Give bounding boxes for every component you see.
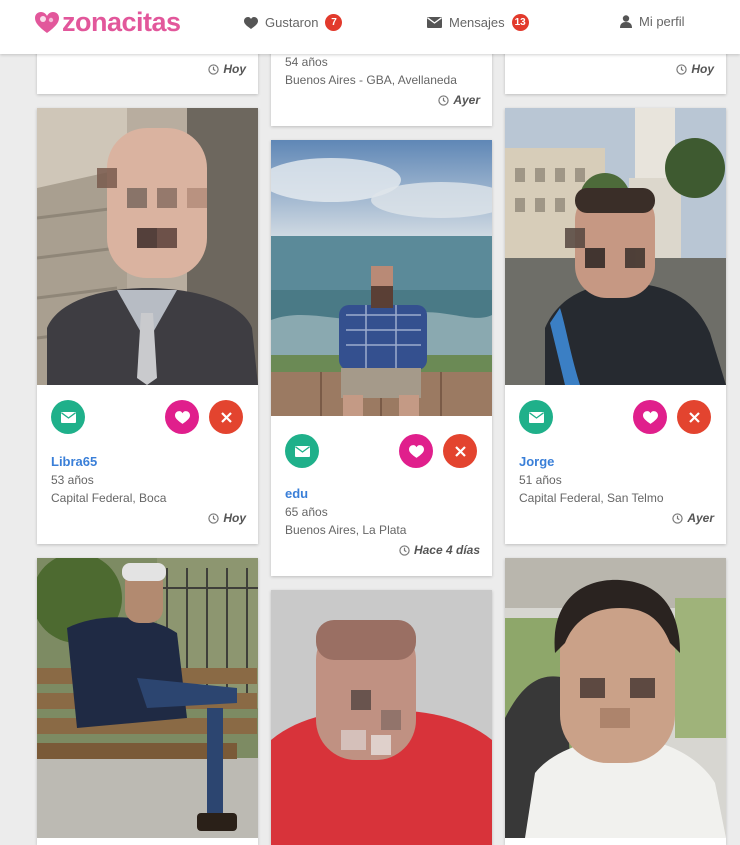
clock-icon bbox=[208, 63, 220, 75]
profile-photo[interactable] bbox=[505, 108, 726, 385]
logo-heart-icon bbox=[35, 11, 59, 33]
heart-icon bbox=[244, 16, 258, 29]
close-icon bbox=[220, 411, 232, 423]
profile-card-bottom-right bbox=[505, 558, 726, 845]
profile-age: 53 años bbox=[51, 473, 94, 487]
heart-icon bbox=[174, 410, 190, 424]
card-actions bbox=[271, 434, 492, 474]
logo-text-part2: citas bbox=[121, 7, 182, 37]
close-icon bbox=[454, 445, 466, 457]
profile-name-link[interactable]: edu bbox=[285, 485, 478, 503]
last-active: Hoy bbox=[208, 511, 246, 525]
nav-liked-label: Gustaron bbox=[265, 15, 319, 30]
envelope-icon bbox=[528, 411, 544, 423]
last-active-text: Hoy bbox=[691, 62, 714, 76]
last-active-text: Ayer bbox=[453, 93, 480, 107]
profile-card-bottom-middle bbox=[271, 590, 492, 845]
clock-icon bbox=[399, 544, 410, 556]
site-logo[interactable]: zonacitas bbox=[34, 9, 181, 36]
profile-card-edu: edu 65 años Buenos Aires, La Plata Hace … bbox=[271, 140, 492, 576]
profile-age: 65 años bbox=[285, 505, 328, 519]
send-message-button[interactable] bbox=[285, 434, 319, 468]
close-icon bbox=[688, 411, 700, 423]
like-button[interactable] bbox=[399, 434, 433, 468]
profile-card-jorge: Jorge 51 años Capital Federal, San Telmo… bbox=[505, 108, 726, 544]
nav-profile[interactable]: Mi perfil bbox=[620, 14, 685, 29]
nav-messages[interactable]: Mensajes 13 bbox=[427, 14, 529, 31]
profile-photo[interactable] bbox=[37, 108, 258, 385]
profile-location: Capital Federal, San Telmo bbox=[519, 491, 664, 505]
profile-location: Buenos Aires - GBA, Avellaneda bbox=[285, 73, 457, 87]
dismiss-button[interactable] bbox=[209, 400, 243, 434]
last-active-text: Hace 4 días bbox=[413, 543, 480, 557]
liked-count-badge: 7 bbox=[325, 14, 343, 31]
profile-location: Capital Federal, Boca bbox=[51, 491, 167, 505]
top-navigation-bar: zonacitas Gustaron 7 Mensajes 13 Mi perf… bbox=[0, 0, 740, 54]
send-message-button[interactable] bbox=[519, 400, 553, 434]
card-actions bbox=[505, 400, 726, 440]
dismiss-button[interactable] bbox=[443, 434, 477, 468]
send-message-button[interactable] bbox=[51, 400, 85, 434]
logo-text-part1: zona bbox=[62, 7, 122, 37]
last-active: Hoy bbox=[208, 62, 246, 76]
clock-icon bbox=[676, 63, 688, 75]
envelope-icon bbox=[294, 445, 310, 457]
clock-icon bbox=[438, 94, 449, 106]
profile-age: 51 años bbox=[519, 473, 562, 487]
last-active: Hoy bbox=[676, 62, 714, 76]
last-active-text: Hoy bbox=[223, 511, 246, 525]
profile-card-bottom-left bbox=[37, 558, 258, 845]
like-button[interactable] bbox=[165, 400, 199, 434]
last-active: Ayer bbox=[438, 93, 480, 107]
profile-card-libra65: Libra65 53 años Capital Federal, Boca Ho… bbox=[37, 108, 258, 544]
clock-icon bbox=[208, 512, 220, 524]
messages-count-badge: 13 bbox=[511, 14, 529, 31]
profile-photo[interactable] bbox=[271, 140, 492, 416]
envelope-icon bbox=[427, 17, 442, 28]
profile-age: 54 años bbox=[285, 55, 328, 69]
profile-location: Buenos Aires, La Plata bbox=[285, 523, 407, 537]
profile-photo[interactable] bbox=[271, 590, 492, 845]
profile-name-link[interactable]: Jorge bbox=[519, 453, 712, 471]
profile-photo[interactable] bbox=[505, 558, 726, 838]
profile-name-link[interactable]: Libra65 bbox=[51, 453, 244, 471]
user-icon bbox=[620, 15, 632, 28]
last-active: Ayer bbox=[672, 511, 714, 525]
clock-icon bbox=[672, 512, 683, 524]
profile-photo[interactable] bbox=[37, 558, 258, 838]
heart-icon bbox=[642, 410, 658, 424]
envelope-icon bbox=[60, 411, 76, 423]
nav-messages-label: Mensajes bbox=[449, 15, 505, 30]
nav-liked[interactable]: Gustaron 7 bbox=[244, 14, 343, 31]
heart-icon bbox=[408, 444, 424, 458]
nav-profile-label: Mi perfil bbox=[639, 14, 685, 29]
last-active-text: Ayer bbox=[687, 511, 714, 525]
dismiss-button[interactable] bbox=[677, 400, 711, 434]
last-active-text: Hoy bbox=[223, 62, 246, 76]
last-active: Hace 4 días bbox=[399, 543, 480, 557]
like-button[interactable] bbox=[633, 400, 667, 434]
card-actions bbox=[37, 400, 258, 440]
